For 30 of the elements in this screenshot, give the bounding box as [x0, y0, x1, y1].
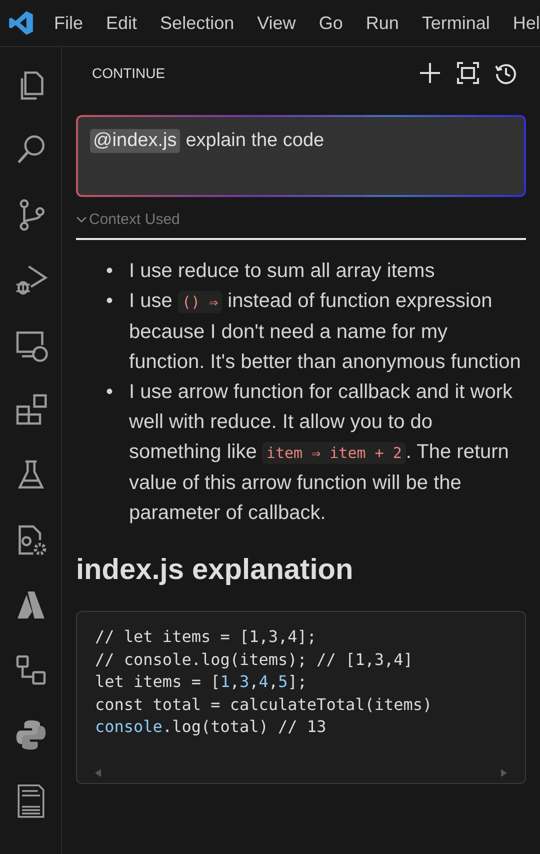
bullet-item: I use () ⇒ instead of function expression because I don't need a name for my function. It's better than anonymous function — [129, 289, 522, 375]
menu-item[interactable]: Go — [318, 12, 343, 34]
context-used-toggle[interactable]: Context Used — [76, 211, 180, 228]
code-line: console.log(total) // 13 — [95, 716, 328, 738]
code-line: const total = calculateTotal(items) — [95, 694, 434, 716]
chevron-down-icon — [76, 214, 87, 225]
bullet-marker: • — [106, 289, 114, 314]
bullet-item: I use arrow function for callback and it work well with reduce. It allow you to do something like item ⇒ item + 2 . The return value of this arrow function will be the parameter of callback. — [129, 380, 514, 526]
menu-item[interactable]: Terminal — [422, 12, 490, 34]
prompt-text: explain the code — [186, 129, 324, 152]
plus-icon[interactable] — [418, 61, 442, 85]
menu-item[interactable]: Edit — [106, 12, 138, 34]
section-heading: index.js explanation — [76, 554, 354, 587]
code-line: // console.log(items); // [1,3,4] — [95, 648, 414, 670]
app-logo-icon — [8, 10, 34, 36]
bullet-item: I use reduce to sum all array items — [129, 259, 436, 284]
history-icon[interactable] — [494, 61, 518, 85]
prompt-field[interactable]: @index.js explain the code — [76, 115, 526, 197]
fullscreen-icon[interactable] — [456, 61, 480, 85]
menu-item[interactable]: Hel — [512, 12, 540, 34]
code-line: // let items = [1,3,4]; — [95, 626, 318, 648]
bullet-marker: • — [106, 259, 114, 284]
code-line: let items = [1,3,4,5]; — [95, 671, 308, 693]
panel-title: CONTINUE — [92, 65, 166, 81]
menu-item[interactable]: View — [257, 12, 296, 34]
file-mention-chip[interactable]: @index.js — [90, 129, 180, 153]
menu-item[interactable]: Selection — [160, 12, 234, 34]
menu-item[interactable]: File — [54, 12, 84, 34]
menu-item[interactable]: Run — [366, 12, 399, 34]
bullet-marker: • — [106, 380, 114, 405]
